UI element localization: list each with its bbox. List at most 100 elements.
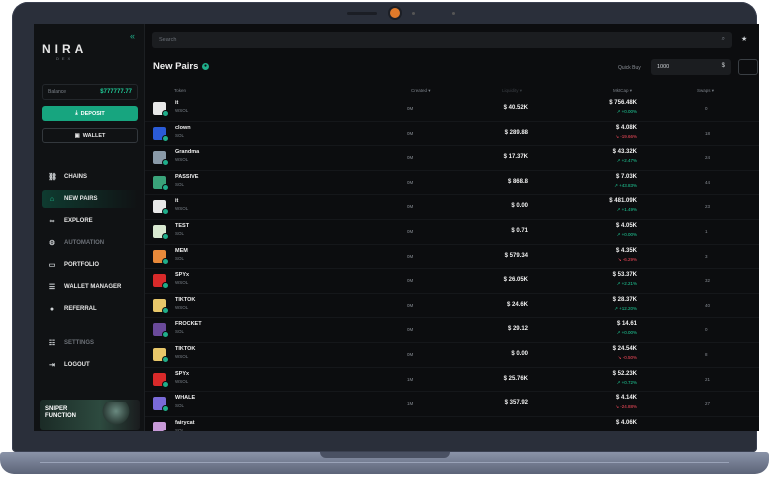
mcap-change: ↗ +0.72% <box>616 379 637 385</box>
token-name: MEM <box>175 247 188 254</box>
collapse-sidebar-icon[interactable]: « <box>130 31 135 41</box>
sidebar-item-chains[interactable]: ⛓ CHAINS <box>42 168 138 186</box>
table-row[interactable]: clown SOL 0M $ 289.88 $ 4.08K ↘ -19.66% 18 <box>145 122 759 147</box>
screen: « NIRA DEX Balance $777777.77 ⤓ DEPOSIT … <box>34 24 759 431</box>
col-mcap[interactable]: MktCap ▾ <box>613 88 632 94</box>
table-row[interactable]: it WSOL 0M $ 0.00 $ 481.09K ↗ +1.49% 23 <box>145 195 759 220</box>
table-row[interactable]: WHALE SOL 1M $ 357.92 $ 4.14K ↘ -24.88% 27 <box>145 392 759 417</box>
search-input[interactable]: Search ⌕ <box>152 32 732 48</box>
table-row[interactable]: fairycat SOL $ 4.06K <box>145 417 759 431</box>
mcap-change: ↗ +2.21% <box>616 281 637 287</box>
table-row[interactable]: Grandma WSOL 0M $ 17.37K $ 43.32K ↗ +2.47% 24 <box>145 146 759 171</box>
table-row[interactable]: SPYx WSOL 1M $ 25.76K $ 52.23K ↗ +0.72% 21 <box>145 368 759 393</box>
search-icon[interactable]: ⌕ <box>722 36 725 43</box>
wallet-button[interactable]: ▣ WALLET <box>42 128 138 143</box>
chain-badge-icon <box>163 258 168 264</box>
col-token[interactable]: Token <box>174 88 186 93</box>
chain-badge-icon <box>163 233 168 239</box>
quick-buy-input[interactable]: 1000 $ <box>651 59 731 75</box>
table-row[interactable]: SPYx WSOL 0M $ 26.05K $ 53.37K ↗ +2.21% 32 <box>145 269 759 294</box>
mcap-value: $ 481.09K <box>609 198 637 205</box>
table-row[interactable]: it WSOL 0M $ 40.52K $ 756.48K ↗ +0.00% 0 <box>145 97 759 122</box>
created-age: 0M <box>407 228 414 234</box>
swaps-count: 27 <box>705 401 711 407</box>
token-pair: SOL <box>175 255 185 261</box>
liquidity-value: $ 868.8 <box>507 178 528 185</box>
table-row[interactable]: MEM SOL 0M $ 579.34 $ 4.35K ↘ -6.29% 3 <box>145 245 759 270</box>
wallet-label: WALLET <box>82 132 106 139</box>
table-row[interactable]: TEST SOL 0M $ 0.71 $ 4.05K ↗ +0.00% 1 <box>145 220 759 245</box>
swaps-count: 40 <box>705 302 711 308</box>
token-pair: WSOL <box>175 353 189 359</box>
liquidity-value: $ 40.52K <box>503 105 528 111</box>
home-icon: ⌂ <box>49 195 55 203</box>
swaps-count: 23 <box>705 204 711 210</box>
sidebar-item-new-pairs[interactable]: ⌂ NEW PAIRS <box>42 190 138 208</box>
briefcase-icon: ▭ <box>48 262 56 269</box>
sensor-dot <box>412 12 415 15</box>
token-pair: WSOL <box>175 206 189 212</box>
chain-badge-icon <box>163 283 168 289</box>
table-row[interactable]: TIKTOK WSOL 0M $ 0.00 $ 24.54K ↘ -0.50% 8 <box>145 343 759 368</box>
sliders-icon: ☰ <box>48 284 56 291</box>
laptop-frame: « NIRA DEX Balance $777777.77 ⤓ DEPOSIT … <box>12 2 759 452</box>
sniper-figure-image <box>102 402 130 428</box>
mcap-change: ↘ -19.66% <box>615 133 637 139</box>
col-liquidity[interactable]: Liquidity ▾ <box>502 88 522 94</box>
liquidity-value: $ 17.37K <box>503 154 528 161</box>
created-age: 0M <box>407 106 414 111</box>
table-row[interactable]: TIKTOK WSOL 0M $ 24.6K $ 28.37K ↗ +12.20% 40 <box>145 294 759 319</box>
sidebar-item-settings[interactable]: ☷ SETTINGS <box>42 334 138 352</box>
liquidity-value: $ 29.12 <box>507 326 528 333</box>
referral-icon: ● <box>49 305 55 313</box>
created-age: 1M <box>407 401 414 407</box>
sidebar-item-label: CHAINS <box>64 174 88 180</box>
sidebar-item-logout[interactable]: ⇥ LOGOUT <box>42 356 138 374</box>
deposit-label: DEPOSIT <box>80 110 105 117</box>
sidebar-item-wallet-manager[interactable]: ☰ WALLET MANAGER <box>42 278 138 296</box>
mcap-value: $ 756.48K <box>609 100 637 106</box>
deposit-button[interactable]: ⤓ DEPOSIT <box>42 106 138 121</box>
star-icon[interactable]: ★ <box>741 35 747 43</box>
token-icon <box>153 421 166 431</box>
token-name: fairycat <box>175 419 195 426</box>
swaps-count: 21 <box>705 376 711 382</box>
token-name: WHALE <box>175 395 196 402</box>
liquidity-value: $ 25.76K <box>503 375 528 382</box>
mcap-value: $ 4.06K <box>615 419 637 426</box>
lid-slot <box>347 12 377 15</box>
col-created[interactable]: Created ▾ <box>411 88 431 94</box>
token-name: TIKTOK <box>175 345 196 352</box>
chain-badge-icon <box>163 209 168 215</box>
page-title: New Pairs <box>153 61 199 72</box>
sidebar-item-automation[interactable]: ⚙ AUTOMATION <box>42 234 138 252</box>
camera-icon <box>390 8 400 18</box>
token-name: clown <box>175 124 191 131</box>
sidebar-item-portfolio[interactable]: ▭ PORTFOLIO <box>42 256 138 274</box>
sidebar-item-explore[interactable]: ∞ EXPLORE <box>42 212 138 230</box>
token-name: Grandma <box>175 149 200 156</box>
settings-icon: ☷ <box>48 340 56 347</box>
table-row[interactable]: FROCKET SOL 0M $ 29.12 $ 14.61 ↗ +0.00% 0 <box>145 318 759 343</box>
mcap-value: $ 4.14K <box>615 395 637 402</box>
app-logo[interactable]: NIRA <box>42 42 87 56</box>
table-row[interactable]: PASSIVE SOL 0M $ 868.8 $ 7.03K ↗ +43.83% 44 <box>145 171 759 196</box>
swaps-count: 8 <box>705 351 708 357</box>
col-swaps[interactable]: Swaps ▾ <box>697 88 714 94</box>
swaps-count: 44 <box>705 179 711 185</box>
quick-buy-extra-button[interactable] <box>738 59 758 75</box>
mcap-value: $ 4.08K <box>615 124 637 131</box>
sidebar-item-referral[interactable]: ● REFERRAL <box>42 300 138 318</box>
token-pair: WSOL <box>175 108 189 113</box>
chain-badge-icon <box>163 332 168 338</box>
mcap-change: ↗ +0.00% <box>616 330 637 336</box>
balance-label: Balance <box>48 89 67 95</box>
mcap-change: ↗ +0.00% <box>616 231 637 237</box>
quick-buy-label: Quick Buy <box>618 65 641 71</box>
liquidity-value: $ 357.92 <box>504 400 528 407</box>
sidebar: « NIRA DEX Balance $777777.77 ⤓ DEPOSIT … <box>34 24 145 431</box>
swaps-count: 18 <box>705 130 711 136</box>
sniper-function-banner[interactable]: SNIPER FUNCTION <box>40 400 140 430</box>
chain-badge-icon <box>163 135 168 141</box>
mcap-change: ↗ +43.83% <box>614 182 637 188</box>
